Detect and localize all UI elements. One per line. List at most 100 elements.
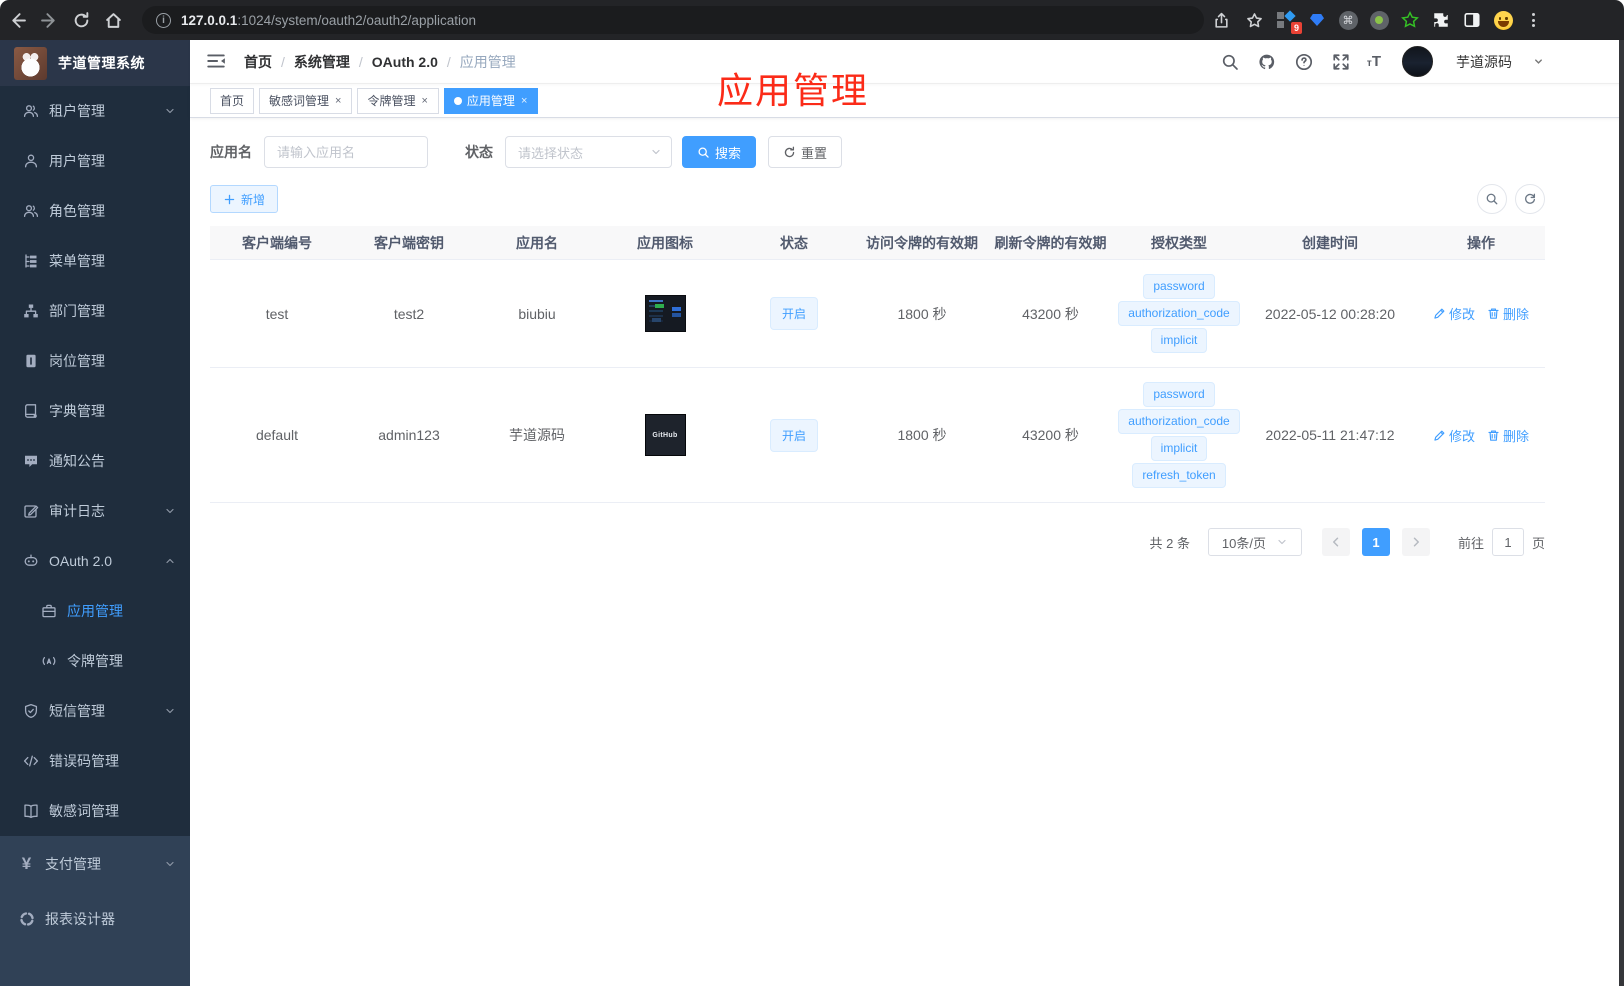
column-header: 授权类型 bbox=[1151, 234, 1207, 251]
delete-link[interactable]: 删除 bbox=[1487, 426, 1529, 445]
sidebar-item-pay[interactable]: ¥ 支付管理 bbox=[0, 836, 190, 891]
sidebar-item-menu[interactable]: 菜单管理 bbox=[0, 236, 190, 286]
sidebar-item-role[interactable]: 角色管理 bbox=[0, 186, 190, 236]
cell-client-secret: admin123 bbox=[378, 427, 440, 443]
prev-page-button[interactable] bbox=[1321, 528, 1350, 556]
grant-type-tag: refresh_token bbox=[1132, 463, 1226, 488]
tab-close-icon[interactable]: × bbox=[420, 95, 428, 107]
edit-link[interactable]: 修改 bbox=[1433, 426, 1475, 445]
tab-close-icon[interactable]: × bbox=[334, 95, 342, 107]
sidebar-item-notice[interactable]: 通知公告 bbox=[0, 436, 190, 486]
font-size-icon[interactable]: тT bbox=[1367, 53, 1381, 70]
page-number-1[interactable]: 1 bbox=[1361, 528, 1390, 556]
page-size-select[interactable]: 10条/页 bbox=[1207, 528, 1302, 556]
app-title: 芋道管理系统 bbox=[58, 55, 145, 71]
breadcrumb-item[interactable]: OAuth 2.0 bbox=[372, 54, 438, 70]
browser-reload-button[interactable] bbox=[66, 5, 96, 35]
browser-forward-button[interactable] bbox=[34, 5, 64, 35]
username[interactable]: 芋道源码 bbox=[1456, 52, 1512, 72]
toggle-search-button[interactable] bbox=[1477, 184, 1507, 214]
cell-actions: 修改 删除 bbox=[1417, 290, 1545, 337]
users-icon bbox=[22, 103, 39, 120]
breadcrumb-separator: / bbox=[358, 53, 363, 70]
search-button[interactable]: 搜索 bbox=[682, 136, 757, 168]
site-info-icon[interactable]: i bbox=[156, 12, 171, 28]
sidebar-item-sensitive[interactable]: 敏感词管理 bbox=[0, 786, 190, 836]
sidebar-collapse-icon[interactable] bbox=[206, 51, 228, 73]
status-select[interactable]: 请选择状态 bbox=[505, 136, 672, 168]
extension-star-icon[interactable] bbox=[1400, 10, 1420, 30]
tab-令牌管理[interactable]: 令牌管理 × bbox=[357, 87, 439, 114]
github-icon[interactable] bbox=[1256, 51, 1278, 73]
page-size-value: 10条/页 bbox=[1221, 535, 1266, 551]
sidebar-item-dept[interactable]: 部门管理 bbox=[0, 286, 190, 336]
extension-monkey-icon[interactable]: 9 bbox=[1276, 10, 1302, 34]
table-row: default admin123 芋道源码 GitHub 开启 1800 秒 43200 秒… bbox=[210, 368, 1545, 503]
sidebar-item-audit[interactable]: 审计日志 bbox=[0, 486, 190, 536]
cell-status: 开启 bbox=[730, 405, 858, 466]
cell-app-icon bbox=[600, 281, 730, 346]
edit-icon bbox=[22, 503, 39, 520]
sidebar-item-oauth2[interactable]: OAuth 2.0 bbox=[0, 536, 190, 586]
page-content: 应用名 状态 请选择状态 搜索 重置 bbox=[190, 118, 1624, 556]
edit-link[interactable]: 修改 bbox=[1433, 304, 1475, 323]
cell-app-name: biubiu bbox=[518, 305, 556, 322]
table-row: test test2 biubiu 开启 1800 秒 43200 秒 password au… bbox=[210, 260, 1545, 368]
sidebar-item-report[interactable]: 报表设计器 bbox=[0, 891, 190, 946]
tab-label: 应用管理 bbox=[466, 94, 515, 108]
sidebar-item-oauth2-app[interactable]: 应用管理 bbox=[0, 586, 190, 636]
applications-table: 客户端编号 客户端密钥 应用名 应用图标 状态 访问令牌的有效期 刷新令牌的有效期 授权类型 创… bbox=[210, 226, 1545, 503]
sidebar-item-label: 租户管理 bbox=[49, 103, 105, 119]
cell-refresh-token-ttl: 43200 秒 bbox=[1022, 305, 1079, 322]
goto-page-input[interactable] bbox=[1491, 528, 1524, 556]
sidebar-item-user[interactable]: 用户管理 bbox=[0, 136, 190, 186]
browser-back-button[interactable] bbox=[2, 5, 32, 35]
sidebar-item-oauth2-token[interactable]: 令牌管理 bbox=[0, 636, 190, 686]
help-icon[interactable] bbox=[1293, 51, 1315, 73]
user-avatar[interactable] bbox=[1402, 46, 1433, 77]
delete-link[interactable]: 删除 bbox=[1487, 304, 1529, 323]
breadcrumb-item[interactable]: 系统管理 bbox=[294, 52, 350, 72]
browser-address-bar[interactable]: i 127.0.0.1:1024/system/oauth2/oauth2/ap… bbox=[142, 6, 1204, 34]
grant-type-tag: authorization_code bbox=[1118, 301, 1240, 326]
cell-client-id: test bbox=[265, 305, 289, 322]
extension-recorder-icon[interactable] bbox=[1369, 10, 1389, 30]
tab-敏感词管理[interactable]: 敏感词管理 × bbox=[259, 87, 353, 114]
sidebar-item-sms[interactable]: 短信管理 bbox=[0, 686, 190, 736]
sidebar-item-post[interactable]: 岗位管理 bbox=[0, 336, 190, 386]
column-header: 操作 bbox=[1467, 234, 1495, 251]
cell-client-id: default bbox=[255, 427, 299, 443]
sidebar-item-errcode[interactable]: 错误码管理 bbox=[0, 736, 190, 786]
app-name-input[interactable] bbox=[264, 136, 428, 168]
sidebar-item-tenant[interactable]: 租户管理 bbox=[0, 86, 190, 136]
breadcrumb-item[interactable]: 首页 bbox=[244, 52, 272, 72]
browser-menu-icon[interactable] bbox=[1526, 13, 1541, 27]
tab-close-icon[interactable]: × bbox=[520, 95, 528, 107]
tab-label: 首页 bbox=[220, 94, 245, 108]
tab-首页[interactable]: 首页 bbox=[210, 87, 255, 114]
badge-icon bbox=[22, 353, 39, 370]
reset-button[interactable]: 重置 bbox=[768, 136, 843, 168]
add-button[interactable]: 新增 bbox=[210, 185, 279, 213]
extension-puzzle-icon[interactable] bbox=[1431, 10, 1451, 30]
fullscreen-icon[interactable] bbox=[1330, 51, 1352, 73]
yen-icon: ¥ bbox=[21, 854, 32, 873]
next-page-button[interactable] bbox=[1401, 528, 1430, 556]
extension-gem-icon[interactable] bbox=[1307, 10, 1327, 30]
browser-home-button[interactable] bbox=[98, 5, 128, 35]
sidebar-item-label: 菜单管理 bbox=[49, 253, 105, 269]
sidebar-logo[interactable]: 芋道管理系统 bbox=[0, 40, 190, 86]
cell-grant-types: password authorization_code implicit refres… bbox=[1115, 368, 1243, 502]
side-panel-icon[interactable] bbox=[1462, 10, 1482, 30]
breadcrumb: 首页 / 系统管理 / OAuth 2.0 / 应用管理 bbox=[244, 52, 516, 72]
refresh-button[interactable] bbox=[1515, 184, 1545, 214]
extension-command-icon[interactable]: ⌘ bbox=[1338, 10, 1358, 30]
share-icon[interactable] bbox=[1210, 9, 1232, 31]
user-caret-down-icon[interactable] bbox=[1533, 56, 1544, 67]
search-icon[interactable] bbox=[1219, 51, 1241, 73]
tab-应用管理[interactable]: 应用管理 × bbox=[443, 87, 539, 114]
sidebar-item-dict[interactable]: 字典管理 bbox=[0, 386, 190, 436]
sidebar: 芋道管理系统 租户管理用户管理 角色管理菜单管理部门管理 岗位管理 字典管理 通知公告审… bbox=[0, 40, 190, 986]
profile-avatar-icon[interactable] bbox=[1493, 10, 1513, 30]
bookmark-star-icon[interactable] bbox=[1243, 9, 1265, 31]
